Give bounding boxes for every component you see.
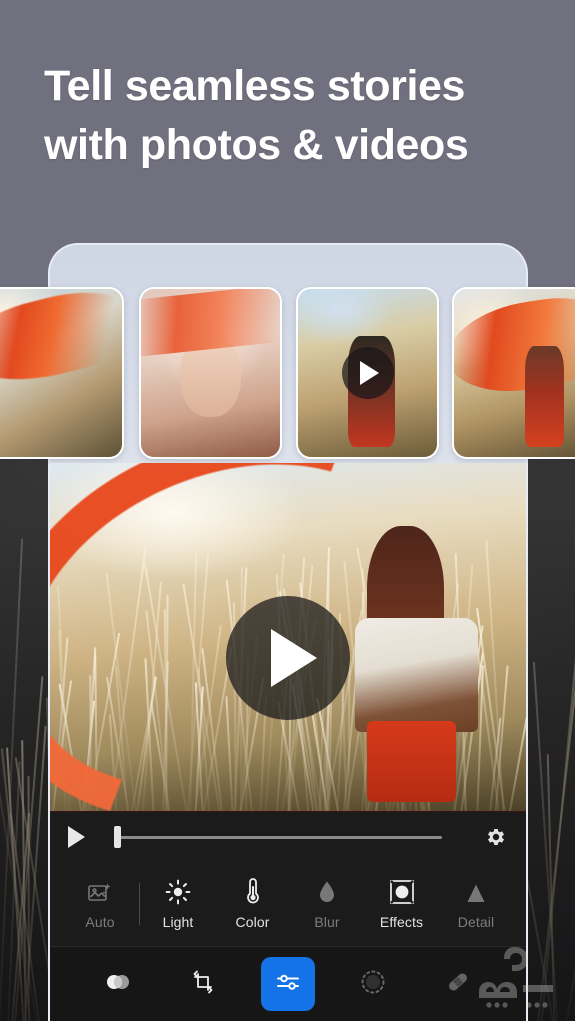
adjustment-tools: Auto Light Color Blur Effects Detail: [50, 861, 526, 946]
tool-label: Effects: [379, 914, 424, 930]
bottom-navigation: [50, 946, 526, 1021]
scrubber-rail: [116, 835, 442, 839]
sun-icon: [165, 877, 191, 905]
auto-enhance-icon: [87, 877, 113, 905]
tool-light[interactable]: Light: [142, 877, 214, 930]
tool-label: Detail: [457, 914, 495, 930]
nav-crop[interactable]: [176, 957, 230, 1011]
vignette-icon: [389, 877, 415, 905]
headline-line-1: Tell seamless stories: [44, 62, 466, 110]
nav-edit[interactable]: [260, 957, 315, 1011]
sliders-icon: [274, 969, 302, 1000]
thumbnail-image: [454, 289, 575, 457]
triangle-icon: [464, 877, 488, 905]
play-button[interactable]: [226, 595, 350, 720]
tool-effects[interactable]: Effects: [366, 877, 438, 930]
tool-label: Light: [162, 914, 194, 930]
list-item[interactable]: [296, 287, 439, 459]
filmstrip: [0, 287, 575, 459]
thumbnail-image: [141, 289, 280, 457]
play-icon[interactable]: [341, 347, 394, 399]
tool-blur[interactable]: Blur: [291, 877, 363, 930]
dotted-circle-icon: [359, 968, 387, 1001]
gear-icon[interactable]: [464, 825, 526, 849]
tool-auto[interactable]: Auto: [64, 877, 136, 930]
media-preview[interactable]: [50, 463, 526, 811]
bandage-icon: [444, 968, 472, 1001]
tool-label: Blur: [314, 914, 340, 930]
scrubber[interactable]: [102, 826, 458, 848]
play-button-small[interactable]: [50, 826, 102, 848]
droplet-icon: [317, 877, 337, 905]
thumbnail-image: [0, 289, 122, 457]
crop-rotate-icon: [189, 968, 217, 1001]
page-title: Tell seamless stories with photos & vide…: [44, 57, 544, 176]
nav-masking[interactable]: [346, 957, 400, 1011]
overlapping-circles-icon: [103, 970, 133, 999]
nav-presets[interactable]: [91, 957, 145, 1011]
tool-label: Auto: [85, 914, 115, 930]
tools-divider: [138, 882, 140, 925]
preview-subject: [354, 525, 479, 803]
thermometer-icon: [244, 877, 262, 905]
list-item[interactable]: [452, 287, 575, 459]
headline-line-2: with photos & videos: [44, 121, 469, 170]
list-item[interactable]: [0, 287, 124, 459]
playback-bar: [50, 811, 526, 862]
tool-detail[interactable]: Detail: [440, 877, 512, 930]
list-item[interactable]: [139, 287, 282, 459]
screenshot-canvas: Tell seamless stories with photos & vide…: [0, 0, 575, 1021]
scrubber-handle[interactable]: [114, 826, 121, 848]
tool-label: Color: [235, 914, 270, 930]
tool-color[interactable]: Color: [217, 877, 289, 930]
nav-healing[interactable]: [431, 957, 485, 1011]
